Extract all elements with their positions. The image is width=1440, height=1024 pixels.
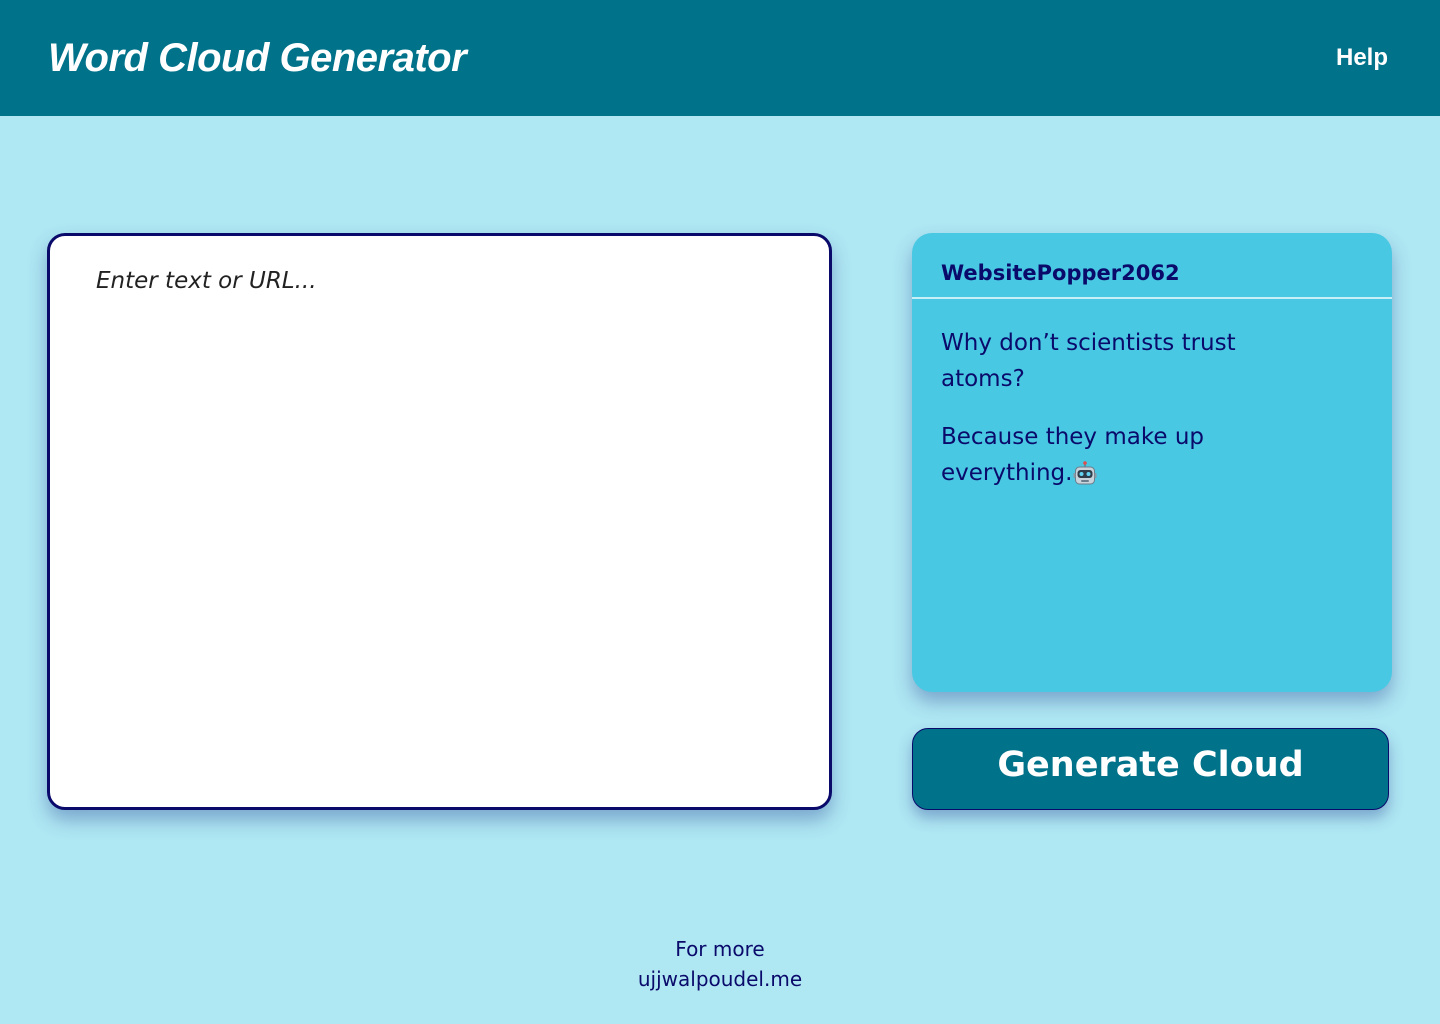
joke-card-header: WebsitePopper2062 xyxy=(912,233,1392,299)
joke-question: Why don’t scientists trust atoms? xyxy=(941,330,1236,392)
app-header: Word Cloud Generator Help xyxy=(0,0,1440,116)
footer-text: For more xyxy=(675,937,765,961)
text-input-panel xyxy=(47,233,832,810)
joke-card-username: WebsitePopper2062 xyxy=(941,261,1180,285)
generate-cloud-button[interactable]: Generate Cloud xyxy=(912,728,1389,810)
footer: For more ujjwalpoudel.me xyxy=(0,934,1440,994)
footer-website-link[interactable]: ujjwalpoudel.me xyxy=(638,967,802,991)
joke-card-body: Why don’t scientists trust atoms? Becaus… xyxy=(941,325,1271,513)
help-link[interactable]: Help xyxy=(1336,44,1388,72)
joke-card: WebsitePopper2062 Why don’t scientists t… xyxy=(912,233,1392,692)
robot-face-emoji-icon xyxy=(1073,460,1097,484)
text-or-url-input[interactable] xyxy=(50,236,829,807)
joke-answer-line: Because they make up everything. xyxy=(941,419,1271,491)
app-title: Word Cloud Generator xyxy=(48,36,467,80)
